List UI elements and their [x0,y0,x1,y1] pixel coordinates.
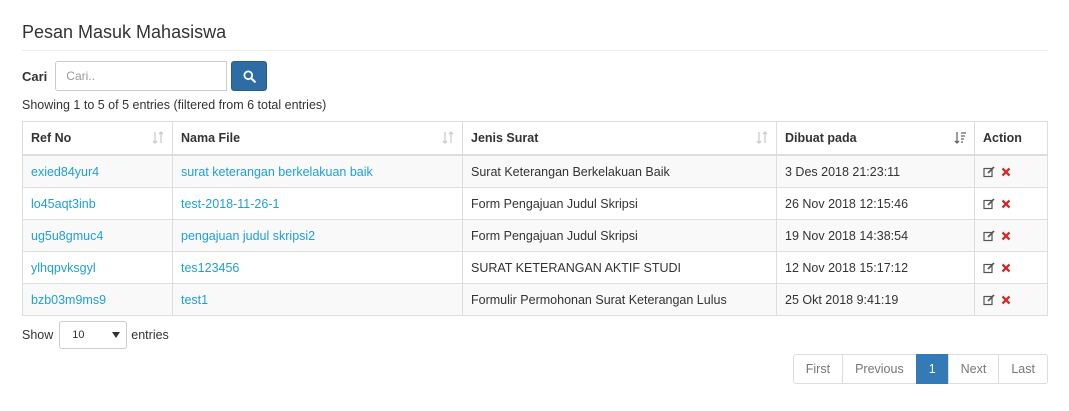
cell-jenis-surat: Formulir Permohonan Surat Keterangan Lul… [462,283,777,316]
search-bar: Cari [22,61,268,91]
pagination-previous[interactable]: Previous [842,354,917,384]
pagination-last[interactable]: Last [998,354,1048,384]
search-button[interactable] [231,61,268,91]
entries-label: entries [131,328,169,342]
column-header-dibuat-pada[interactable]: Dibuat pada [776,121,975,156]
cell-jenis-surat: Surat Keterangan Berkelakuan Baik [462,154,777,188]
delete-icon[interactable] [1001,231,1011,241]
cell-dibuat-pada: 3 Des 2018 21:23:11 [776,154,975,188]
delete-icon[interactable] [1001,167,1011,177]
file-link[interactable]: test1 [181,293,208,307]
cell-ref-no: ylhqpvksgyl [22,251,173,284]
cell-nama-file: test1 [172,283,463,316]
file-link[interactable]: test-2018-11-26-1 [181,197,279,211]
table-row: ylhqpvksgyl tes123456 SURAT KETERANGAN A… [22,251,1048,284]
file-link[interactable]: tes123456 [181,261,239,275]
pagination-first[interactable]: First [792,354,844,384]
cell-action [974,219,1048,252]
table-row: bzb03m9ms9 test1 Formulir Permohonan Sur… [22,283,1048,316]
cell-nama-file: tes123456 [172,251,463,284]
cell-ref-no: bzb03m9ms9 [22,283,173,316]
page-title: Pesan Masuk Mahasiswa [22,22,227,42]
table-info: Showing 1 to 5 of 5 entries (filtered fr… [22,98,327,112]
cell-nama-file: test-2018-11-26-1 [172,187,463,220]
table-row: lo45aqt3inb test-2018-11-26-1 Form Penga… [22,187,1048,220]
cell-dibuat-pada: 19 Nov 2018 14:38:54 [776,219,975,252]
divider [22,50,1048,51]
cell-action [974,283,1048,316]
table-row: ug5u8gmuc4 pengajuan judul skripsi2 Form… [22,219,1048,252]
cell-action [974,154,1048,188]
cell-jenis-surat: SURAT KETERANGAN AKTIF STUDI [462,251,777,284]
cell-action [974,251,1048,284]
pagination-page-1[interactable]: 1 [915,354,949,384]
page-length-select[interactable]: 10 [59,321,128,349]
column-header-jenis-surat[interactable]: Jenis Surat [462,121,777,156]
cell-nama-file: surat keterangan berkelakuan baik [172,154,463,188]
sort-desc-icon [954,132,966,144]
file-link[interactable]: surat keterangan berkelakuan baik [181,165,373,179]
sort-icon [152,131,164,144]
cell-dibuat-pada: 26 Nov 2018 12:15:46 [776,187,975,220]
length-control: Show 10 entries [22,321,169,349]
cell-nama-file: pengajuan judul skripsi2 [172,219,463,252]
cell-ref-no: lo45aqt3inb [22,187,173,220]
delete-icon[interactable] [1001,295,1011,305]
file-link[interactable]: pengajuan judul skripsi2 [181,229,315,243]
ref-link[interactable]: exied84yur4 [31,165,99,179]
page-length-value: 10 [72,329,85,341]
pagination: First Previous 1 Next Last [792,354,1048,384]
edit-icon[interactable] [983,229,995,242]
ref-link[interactable]: lo45aqt3inb [31,197,96,211]
column-header-action: Action [974,121,1048,156]
delete-icon[interactable] [1001,263,1011,273]
messages-table: Ref No Nama File Jenis Surat Dibuat pada… [22,121,1048,316]
table-row: exied84yur4 surat keterangan berkelakuan… [22,154,1048,188]
cell-jenis-surat: Form Pengajuan Judul Skripsi [462,219,777,252]
cell-dibuat-pada: 12 Nov 2018 15:17:12 [776,251,975,284]
edit-icon[interactable] [983,293,995,306]
show-label: Show [22,328,54,342]
search-input[interactable] [55,61,228,91]
edit-icon[interactable] [983,165,995,178]
cell-dibuat-pada: 25 Okt 2018 9:41:19 [776,283,975,316]
sort-icon [442,131,454,144]
search-icon [243,69,256,83]
cell-ref-no: ug5u8gmuc4 [22,219,173,252]
column-header-nama-file[interactable]: Nama File [172,121,463,156]
pagination-next[interactable]: Next [947,354,1000,384]
delete-icon[interactable] [1001,199,1011,209]
ref-link[interactable]: ylhqpvksgyl [31,261,96,275]
cell-ref-no: exied84yur4 [22,154,173,188]
column-header-ref-no[interactable]: Ref No [22,121,173,156]
cell-action [974,187,1048,220]
search-label: Cari [22,68,48,84]
cell-jenis-surat: Form Pengajuan Judul Skripsi [462,187,777,220]
ref-link[interactable]: bzb03m9ms9 [31,293,106,307]
chevron-down-icon [112,332,121,338]
edit-icon[interactable] [983,261,995,274]
ref-link[interactable]: ug5u8gmuc4 [31,229,103,243]
sort-icon [756,131,768,144]
edit-icon[interactable] [983,197,995,210]
